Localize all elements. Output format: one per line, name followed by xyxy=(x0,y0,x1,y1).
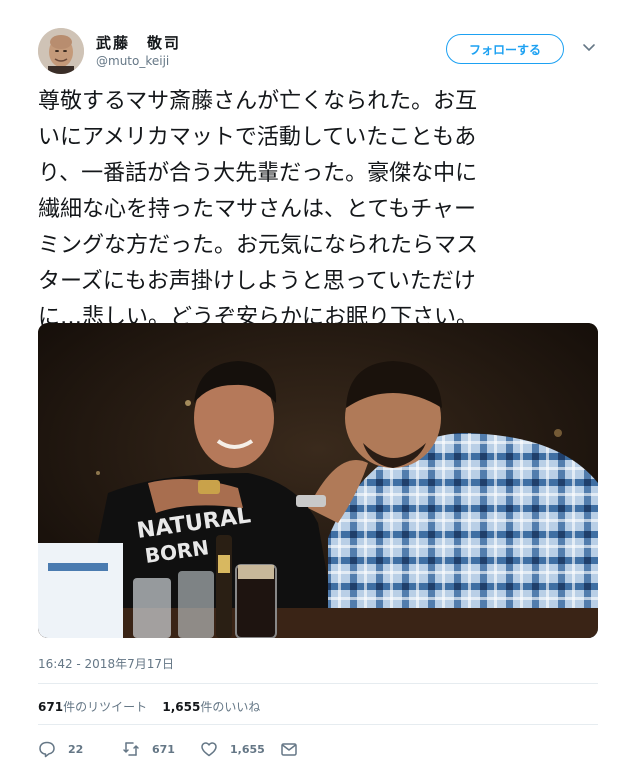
direct-message-icon xyxy=(281,743,297,756)
divider xyxy=(38,724,598,725)
tweet-timestamp[interactable]: 16:42 - 2018年7月17日 xyxy=(38,655,174,672)
like-button[interactable]: 1,655 xyxy=(200,740,265,758)
tweet-header: 武藤 敬司 @muto_keiji フォローする xyxy=(0,0,632,84)
tweet-text: 尊敬するマサ斎藤さんが亡くなられた。お互 いにアメリカマットで活動していたことも… xyxy=(38,89,479,330)
like-stat-label: 件のいいね xyxy=(200,700,261,714)
like-stat-count: 1,655 xyxy=(162,700,201,714)
display-name[interactable]: 武藤 敬司 xyxy=(96,32,181,53)
like-stat[interactable]: 1,655件のいいね xyxy=(162,700,260,714)
divider xyxy=(38,683,598,684)
retweet-stat[interactable]: 671件のリツイート xyxy=(38,700,147,714)
retweet-stat-label: 件のリツイート xyxy=(63,700,148,714)
reply-button[interactable]: 22 xyxy=(38,740,83,758)
tweet-photo[interactable]: NATURAL BORN xyxy=(38,323,598,638)
retweet-icon xyxy=(123,742,139,756)
user-handle[interactable]: @muto_keiji xyxy=(96,54,169,68)
follow-button[interactable]: フォローする xyxy=(446,34,564,64)
tweet-actions: 22 671 1,655 xyxy=(38,740,598,762)
like-count: 1,655 xyxy=(230,742,265,756)
direct-message-button[interactable] xyxy=(280,740,310,758)
like-icon xyxy=(201,742,217,757)
retweet-count: 671 xyxy=(152,742,175,756)
retweet-button[interactable]: 671 xyxy=(122,740,175,758)
reply-icon xyxy=(39,741,55,758)
chevron-down-icon[interactable] xyxy=(582,41,596,55)
reply-count: 22 xyxy=(68,742,84,756)
engagement-stats: 671件のリツイート 1,655件のいいね xyxy=(38,698,260,715)
avatar[interactable] xyxy=(38,28,84,74)
retweet-stat-count: 671 xyxy=(38,700,64,714)
